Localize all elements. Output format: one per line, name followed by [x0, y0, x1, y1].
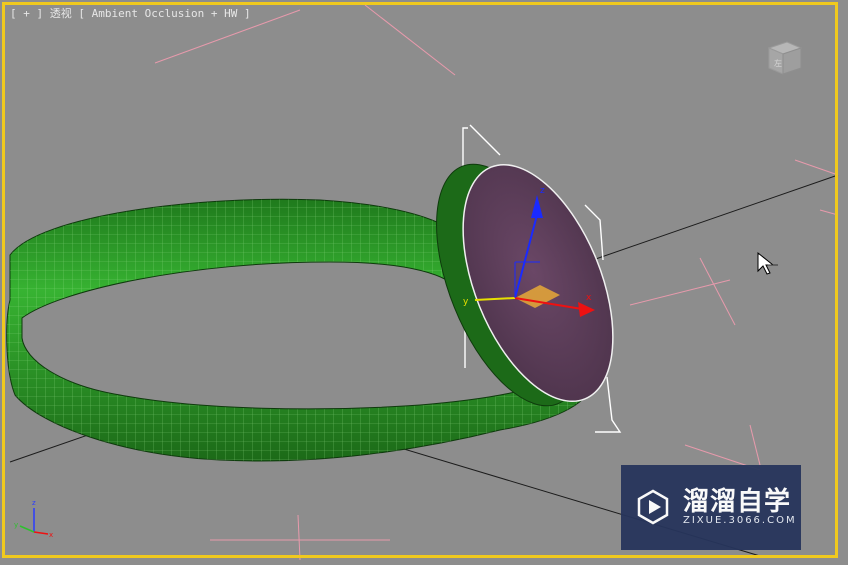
viewport-shading-menu[interactable]: [ Ambient Occlusion + HW ] — [78, 7, 250, 20]
perspective-viewport[interactable]: x y z [ + ] 透视 [ Ambient Occlusion + HW … — [0, 0, 848, 565]
svg-text:y: y — [463, 297, 469, 307]
watermark-logo: 溜溜自学 ZIXUE.3066.COM — [621, 465, 801, 550]
svg-text:x: x — [49, 531, 53, 539]
svg-text:z: z — [32, 499, 36, 507]
viewport-view-menu[interactable]: 透视 — [50, 7, 72, 20]
axis-tripod-icon: z x y — [14, 499, 53, 539]
watermark-url: ZIXUE.3066.COM — [683, 515, 797, 526]
viewcube-icon[interactable]: 左 — [763, 38, 805, 78]
svg-text:y: y — [14, 521, 18, 529]
watermark-title: 溜溜自学 — [683, 487, 792, 517]
svg-text:x: x — [586, 293, 592, 303]
svg-text:z: z — [540, 186, 545, 196]
viewport-plus-menu[interactable]: [ + ] — [10, 7, 43, 20]
mouse-cursor-icon — [757, 251, 778, 275]
viewport-label: [ + ] 透视 [ Ambient Occlusion + HW ] — [10, 5, 251, 21]
play-icon — [637, 489, 669, 525]
svg-text:左: 左 — [774, 58, 782, 68]
